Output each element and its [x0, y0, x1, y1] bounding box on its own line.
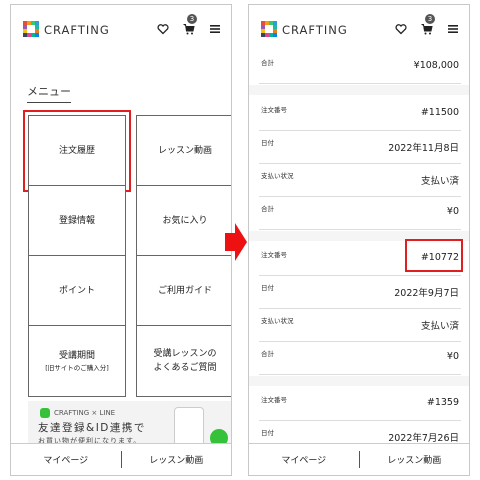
order-number-row[interactable]: 注文番号 #1359 [259, 388, 461, 421]
row-label: 合計 [261, 205, 274, 213]
points-label: ポイント [58, 286, 95, 296]
header: CRAFTING 3 [249, 5, 469, 49]
right-arrow-icon [225, 223, 247, 261]
row-value: ¥0 [446, 351, 459, 362]
row-value: 2022年7月26日 [388, 433, 459, 444]
payment-status-row: 支払い状況 支払い済 [259, 309, 461, 342]
order-date-row: 日付 2022年11月8日 [259, 131, 461, 164]
row-value: 支払い済 [420, 176, 459, 187]
row-label: 支払い状況 [261, 317, 294, 325]
row-value: 2022年9月7日 [394, 288, 459, 299]
row-label: 日付 [261, 284, 274, 292]
cart-button[interactable]: 3 [421, 14, 435, 35]
row-label: 支払い状況 [261, 172, 294, 180]
banner-title: 友達登録&ID連携で [38, 422, 146, 434]
header: CRAFTING 3 [11, 5, 231, 49]
line-logo-icon [40, 408, 50, 418]
lesson-videos-button[interactable]: レッスン動画 [136, 115, 231, 187]
row-label: 注文番号 [261, 106, 287, 114]
order-date-row: 日付 2022年9月7日 [259, 276, 461, 309]
row-value: 2022年11月8日 [388, 143, 459, 154]
brand-name[interactable]: CRAFTING [282, 23, 348, 37]
registration-info-label: 登録情報 [58, 216, 95, 226]
order-separator [249, 85, 469, 95]
row-value: ¥108,000 [413, 60, 459, 71]
tab-mypage[interactable]: マイページ [249, 444, 359, 475]
row-value: ¥0 [446, 206, 459, 217]
row-value: #1359 [426, 397, 459, 408]
registration-info-button[interactable]: 登録情報 [28, 185, 126, 257]
row-label: 合計 [261, 59, 274, 67]
tab-mypage[interactable]: マイページ [11, 444, 121, 475]
course-period-button[interactable]: 受講期間 [旧サイトのご購入分] [28, 325, 126, 397]
points-button[interactable]: ポイント [28, 255, 126, 327]
highlight-box-order-history [23, 110, 131, 192]
order-total-row: 合計 ¥0 [259, 197, 461, 230]
course-period-label: 受講期間 [58, 351, 95, 361]
favorites-label: お気に入り [162, 216, 208, 226]
crafting-logo-icon[interactable] [261, 21, 277, 37]
tab-lesson-videos[interactable]: レッスン動画 [360, 444, 470, 475]
banner-brand-text: CRAFTING × LINE [54, 409, 116, 417]
lesson-videos-label: レッスン動画 [157, 146, 212, 156]
payment-status-row: 支払い状況 支払い済 [259, 164, 461, 197]
bottom-nav: マイページ レッスン動画 [11, 443, 231, 475]
hamburger-icon[interactable] [209, 23, 221, 35]
order-total-row: 合計 ¥108,000 [259, 51, 461, 84]
cart-icon [421, 24, 433, 35]
row-value: 支払い済 [420, 321, 459, 332]
brand-name[interactable]: CRAFTING [44, 23, 110, 37]
cart-count-badge: 3 [187, 14, 197, 24]
usage-guide-label: ご利用ガイド [157, 286, 212, 296]
cart-count-badge: 3 [425, 14, 435, 24]
course-period-sublabel: [旧サイトのご購入分] [45, 364, 109, 372]
row-value: #11500 [420, 107, 459, 118]
cart-button[interactable]: 3 [183, 14, 197, 35]
row-label: 日付 [261, 429, 274, 437]
heart-icon[interactable] [395, 23, 407, 35]
order-number-row[interactable]: 注文番号 #11500 [259, 98, 461, 131]
heart-icon[interactable] [157, 23, 169, 35]
row-label: 合計 [261, 350, 274, 358]
lesson-faq-label-line2: よくあるご質問 [153, 363, 217, 373]
crafting-logo-icon[interactable] [23, 21, 39, 37]
menu-title: メニュー [27, 83, 71, 103]
order-separator [249, 376, 469, 386]
order-total-row: 合計 ¥0 [259, 342, 461, 375]
favorites-button[interactable]: お気に入り [136, 185, 231, 257]
lesson-faq-label-line1: 受講レッスンの [153, 349, 217, 359]
cart-icon [183, 24, 195, 35]
tab-lesson-videos[interactable]: レッスン動画 [122, 444, 232, 475]
order-history-screen: CRAFTING 3 合計 ¥108,000 注文番号 #11500 日付 20… [248, 4, 470, 476]
bottom-nav: マイページ レッスン動画 [249, 443, 469, 475]
highlight-box-order-number [405, 239, 463, 272]
menu-screen: CRAFTING 3 メニュー 注文履歴 レッスン動画 登録情報 お気に入り ポ… [10, 4, 232, 476]
row-label: 注文番号 [261, 251, 287, 259]
banner-brand: CRAFTING × LINE [40, 408, 115, 418]
row-label: 日付 [261, 139, 274, 147]
hamburger-icon[interactable] [447, 23, 459, 35]
lesson-faq-button[interactable]: 受講レッスンの よくあるご質問 [136, 325, 231, 397]
usage-guide-button[interactable]: ご利用ガイド [136, 255, 231, 327]
row-label: 注文番号 [261, 396, 287, 404]
